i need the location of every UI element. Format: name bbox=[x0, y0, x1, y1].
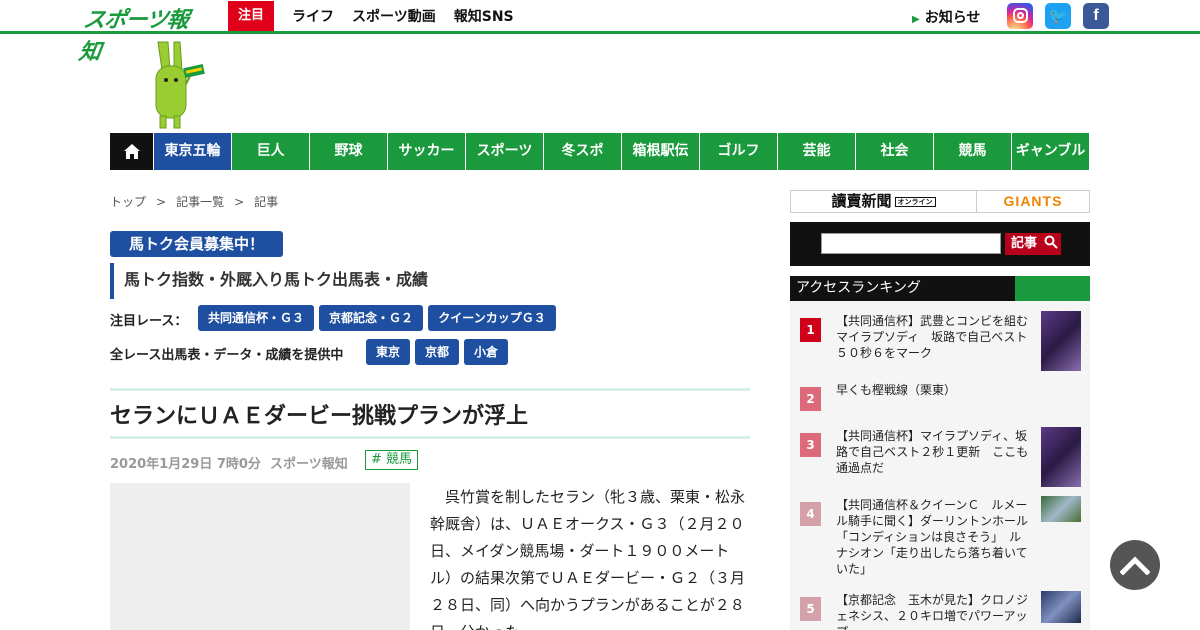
race-link-queen-cup[interactable]: クイーンカップＧ３ bbox=[428, 305, 556, 331]
ranking-header-accent bbox=[1015, 276, 1090, 301]
search-button-label: 記事 bbox=[1011, 236, 1038, 251]
rank-headline: 【共同通信杯】武豊とコンビを組むマイラプソディ 坂路で自己ベスト５０秒６をマーク bbox=[836, 314, 1029, 360]
rank-thumbnail bbox=[1041, 311, 1081, 371]
rank-number: 1 bbox=[800, 318, 821, 342]
breadcrumb-separator: > bbox=[156, 195, 167, 209]
giants-link[interactable]: GIANTS bbox=[977, 191, 1089, 212]
top-nav: ライフ スポーツ動画 報知SNS bbox=[292, 0, 514, 32]
headline-divider-top bbox=[110, 388, 750, 391]
ranking-item[interactable]: 1 【共同通信杯】武豊とコンビを組むマイラプソディ 坂路で自己ベスト５０秒６をマ… bbox=[790, 311, 1090, 375]
triangle-right-icon: ▶ bbox=[912, 14, 920, 25]
yomiuri-logo-text: 讀賣新聞 bbox=[831, 192, 892, 210]
all-races-label: 全レース出馬表・データ・成績を提供中 bbox=[110, 348, 344, 363]
nav-sports[interactable]: スポーツ bbox=[466, 133, 543, 170]
umatoku-promo-line[interactable]: 馬トク指数・外厩入り馬トク出馬表・成績 bbox=[110, 263, 428, 299]
rank-headline: 【京都記念 玉木が見た】クロノジェネシス、２０キロ増でパワーアップ bbox=[836, 593, 1029, 630]
headline-divider-bottom bbox=[110, 436, 750, 439]
article-date: 2020年1月29日 7時0分 bbox=[110, 457, 261, 472]
ranking-list: 1 【共同通信杯】武豊とコンビを組むマイラプソディ 坂路で自己ベスト５０秒６をマ… bbox=[790, 301, 1090, 630]
nav-hakone-ekiden[interactable]: 箱根駅伝 bbox=[622, 133, 699, 170]
top-nav-life[interactable]: ライフ bbox=[292, 6, 334, 26]
sidebar-partner-logos: 讀賣新聞 オンライン GIANTS bbox=[790, 190, 1090, 213]
venue-link-kokura[interactable]: 小倉 bbox=[464, 339, 508, 365]
nav-winter-sports[interactable]: 冬スポ bbox=[544, 133, 621, 170]
rank-number: 4 bbox=[800, 502, 821, 526]
notice-label: お知らせ bbox=[924, 10, 981, 26]
search-icon bbox=[1044, 235, 1058, 249]
rank-number: 2 bbox=[800, 387, 821, 411]
venue-link-tokyo[interactable]: 東京 bbox=[366, 339, 410, 365]
yomiuri-online-link[interactable]: 讀賣新聞 オンライン bbox=[791, 191, 977, 212]
article-meta: 2020年1月29日 7時0分 スポーツ報知 bbox=[110, 453, 348, 472]
search-button[interactable]: 記事 bbox=[1005, 233, 1061, 255]
site-logo[interactable]: スポーツ報知 bbox=[77, 2, 210, 64]
top-bar: スポーツ報知 注目 ライフ スポーツ動画 報知SNS ▶ お知らせ 🐦 f bbox=[0, 0, 1200, 64]
top-nav-hochi-sns[interactable]: 報知SNS bbox=[454, 6, 514, 26]
featured-races-label: 注目レース： bbox=[110, 314, 188, 329]
ranking-header: アクセスランキング bbox=[790, 276, 1090, 301]
ranking-title: アクセスランキング bbox=[796, 280, 921, 296]
nav-giants[interactable]: 巨人 bbox=[232, 133, 309, 170]
featured-tag[interactable]: 注目 bbox=[228, 1, 274, 31]
nav-tokyo-olympics[interactable]: 東京五輪 bbox=[154, 133, 231, 170]
race-link-kyoto-kinen[interactable]: 京都記念・Ｇ２ bbox=[319, 305, 423, 331]
nav-horse-racing[interactable]: 競馬 bbox=[934, 133, 1011, 170]
nav-entertainment[interactable]: 芸能 bbox=[778, 133, 855, 170]
breadcrumb-separator: > bbox=[234, 195, 245, 209]
nav-gambling[interactable]: ギャンブル bbox=[1012, 133, 1089, 170]
rank-headline: 【共同通信杯＆クイーンＣ ルメール騎手に聞く】ダーリントンホール「コンディション… bbox=[836, 498, 1029, 576]
article-body: 呉竹賞を制したセラン（牝３歳、栗東・松永幹厩舎）は、ＵＡＥオークス・Ｇ３（２月２… bbox=[430, 488, 746, 630]
facebook-icon[interactable]: f bbox=[1083, 3, 1109, 29]
rank-thumbnail bbox=[1041, 591, 1081, 623]
breadcrumb-top[interactable]: トップ bbox=[110, 195, 146, 209]
home-icon bbox=[123, 144, 140, 159]
ranking-item[interactable]: 5 【京都記念 玉木が見た】クロノジェネシス、２０キロ増でパワーアップ bbox=[790, 591, 1090, 630]
breadcrumb-current: 記事 bbox=[254, 195, 279, 209]
yomiuri-online-badge: オンライン bbox=[894, 196, 936, 207]
article-photo bbox=[110, 483, 410, 630]
nav-society[interactable]: 社会 bbox=[856, 133, 933, 170]
mascot-character-icon bbox=[155, 41, 205, 129]
nav-baseball[interactable]: 野球 bbox=[310, 133, 387, 170]
article-headline: セランにＵＡＥダービー挑戦プランが浮上 bbox=[110, 404, 529, 429]
ranking-item[interactable]: 3 【共同通信杯】マイラプソディ、坂路で自己ベスト２秒１更新 ここも通過点だ bbox=[790, 427, 1090, 491]
rank-number: 5 bbox=[800, 597, 821, 621]
race-link-kyodo-tsushin[interactable]: 共同通信杯・Ｇ３ bbox=[198, 305, 314, 331]
article-category-tag[interactable]: # 競馬 bbox=[365, 450, 419, 470]
nav-golf[interactable]: ゴルフ bbox=[700, 133, 777, 170]
notice-link[interactable]: ▶ お知らせ bbox=[912, 7, 980, 27]
twitter-icon[interactable]: 🐦 bbox=[1045, 3, 1071, 29]
rank-thumbnail bbox=[1041, 427, 1081, 487]
home-button[interactable] bbox=[110, 133, 153, 170]
rank-headline: 早くも樫戦線（栗東） bbox=[836, 383, 957, 397]
top-nav-sports-video[interactable]: スポーツ動画 bbox=[352, 6, 436, 26]
ranking-item[interactable]: 2 早くも樫戦線（栗東） bbox=[790, 381, 1090, 417]
breadcrumb-article-list[interactable]: 記事一覧 bbox=[176, 195, 224, 209]
main-nav: 東京五輪 巨人 野球 サッカー スポーツ 冬スポ 箱根駅伝 ゴルフ 芸能 社会 … bbox=[110, 133, 1089, 170]
rank-number: 3 bbox=[800, 433, 821, 457]
umatoku-membership-badge[interactable]: 馬トク会員募集中！ bbox=[110, 231, 283, 257]
rank-headline: 【共同通信杯】マイラプソディ、坂路で自己ベスト２秒１更新 ここも通過点だ bbox=[836, 429, 1029, 475]
back-to-top-button[interactable] bbox=[1110, 540, 1160, 590]
venue-link-kyoto[interactable]: 京都 bbox=[415, 339, 459, 365]
search-input[interactable] bbox=[821, 233, 1001, 254]
instagram-icon[interactable] bbox=[1007, 3, 1033, 29]
nav-soccer[interactable]: サッカー bbox=[388, 133, 465, 170]
ranking-item[interactable]: 4 【共同通信杯＆クイーンＣ ルメール騎手に聞く】ダーリントンホール「コンディシ… bbox=[790, 496, 1090, 586]
breadcrumb: トップ > 記事一覧 > 記事 bbox=[110, 193, 278, 210]
rank-thumbnail bbox=[1041, 496, 1081, 522]
article-source: スポーツ報知 bbox=[270, 457, 348, 472]
chevron-up-icon bbox=[1120, 556, 1150, 575]
sidebar-search: 記事 bbox=[790, 222, 1090, 266]
